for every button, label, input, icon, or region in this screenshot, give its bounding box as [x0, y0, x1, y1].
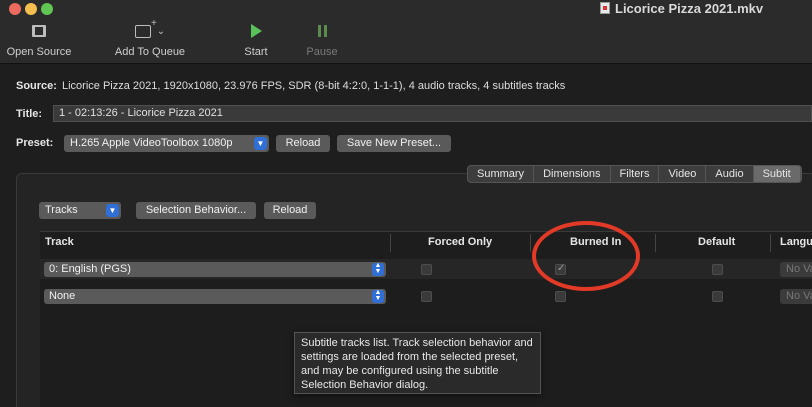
column-divider	[655, 234, 656, 252]
add-to-queue-button[interactable]: ⌄ Add To Queue	[108, 18, 192, 59]
up-down-arrows-icon: ▲ ▼	[372, 289, 384, 303]
chevron-down-icon: ▼	[106, 204, 119, 217]
title-label: Title:	[16, 108, 43, 120]
document-icon	[600, 2, 610, 14]
toolbar: Licorice Pizza 2021.mkv Open Source ⌄ Ad…	[0, 0, 812, 64]
add-to-queue-icon	[134, 18, 157, 38]
open-source-button[interactable]: Open Source	[4, 22, 74, 58]
tab-summary[interactable]: Summary	[468, 166, 535, 182]
tab-dimensions[interactable]: Dimensions	[534, 166, 611, 182]
title-popup[interactable]: 1 - 02:13:26 - Licorice Pizza 2021	[53, 105, 812, 122]
start-button[interactable]: Start	[236, 22, 276, 58]
tracks-popup[interactable]: Tracks ▼	[39, 202, 121, 219]
default-checkbox[interactable]	[712, 291, 723, 302]
chevron-down-icon[interactable]: ⌄	[157, 26, 165, 37]
tab-filters[interactable]: Filters	[611, 166, 660, 182]
annotation-circle	[532, 221, 640, 291]
column-header-language[interactable]: Langu	[780, 236, 812, 248]
track-popup[interactable]: 0: English (PGS) ▲ ▼	[44, 262, 386, 277]
minimize-window-button[interactable]	[25, 3, 37, 15]
tab-bar: Summary Dimensions Filters Video Audio S…	[467, 165, 802, 183]
zoom-window-button[interactable]	[41, 3, 53, 15]
track-popup[interactable]: None ▲ ▼	[44, 289, 386, 304]
preset-label: Preset:	[16, 137, 54, 149]
up-down-arrows-icon: ▲ ▼	[372, 262, 384, 276]
column-header-track[interactable]: Track	[45, 236, 74, 248]
burned-in-checkbox[interactable]	[555, 291, 566, 302]
window-title: Licorice Pizza 2021.mkv	[600, 0, 763, 18]
preset-popup[interactable]: H.265 Apple VideoToolbox 1080p ▼	[64, 135, 269, 152]
default-checkbox[interactable]	[712, 264, 723, 275]
save-new-preset-button[interactable]: Save New Preset...	[337, 135, 451, 152]
tooltip: Subtitle tracks list. Track selection be…	[294, 332, 541, 394]
column-header-default[interactable]: Default	[698, 236, 735, 248]
source-label: Source:	[16, 80, 57, 92]
subtitles-reload-button[interactable]: Reload	[264, 202, 316, 219]
play-icon	[250, 24, 262, 38]
preset-reload-button[interactable]: Reload	[276, 135, 330, 152]
column-divider	[530, 234, 531, 252]
forced-only-checkbox[interactable]	[421, 291, 432, 302]
selection-behavior-button[interactable]: Selection Behavior...	[136, 202, 256, 219]
tab-audio[interactable]: Audio	[706, 166, 754, 182]
pause-icon	[317, 25, 327, 37]
pause-button[interactable]: Pause	[302, 22, 342, 58]
column-divider	[390, 234, 391, 252]
source-info: Licorice Pizza 2021, 1920x1080, 23.976 F…	[62, 80, 566, 92]
film-icon	[32, 25, 46, 37]
forced-only-checkbox[interactable]	[421, 264, 432, 275]
tab-video[interactable]: Video	[659, 166, 707, 182]
close-window-button[interactable]	[9, 3, 21, 15]
chevron-down-icon: ▼	[254, 137, 267, 150]
language-popup[interactable]: No Va	[780, 262, 812, 277]
column-divider	[770, 234, 771, 252]
language-popup[interactable]: No Va	[780, 289, 812, 304]
column-header-forced-only[interactable]: Forced Only	[428, 236, 492, 248]
tab-subtitles[interactable]: Subtit	[753, 166, 801, 182]
